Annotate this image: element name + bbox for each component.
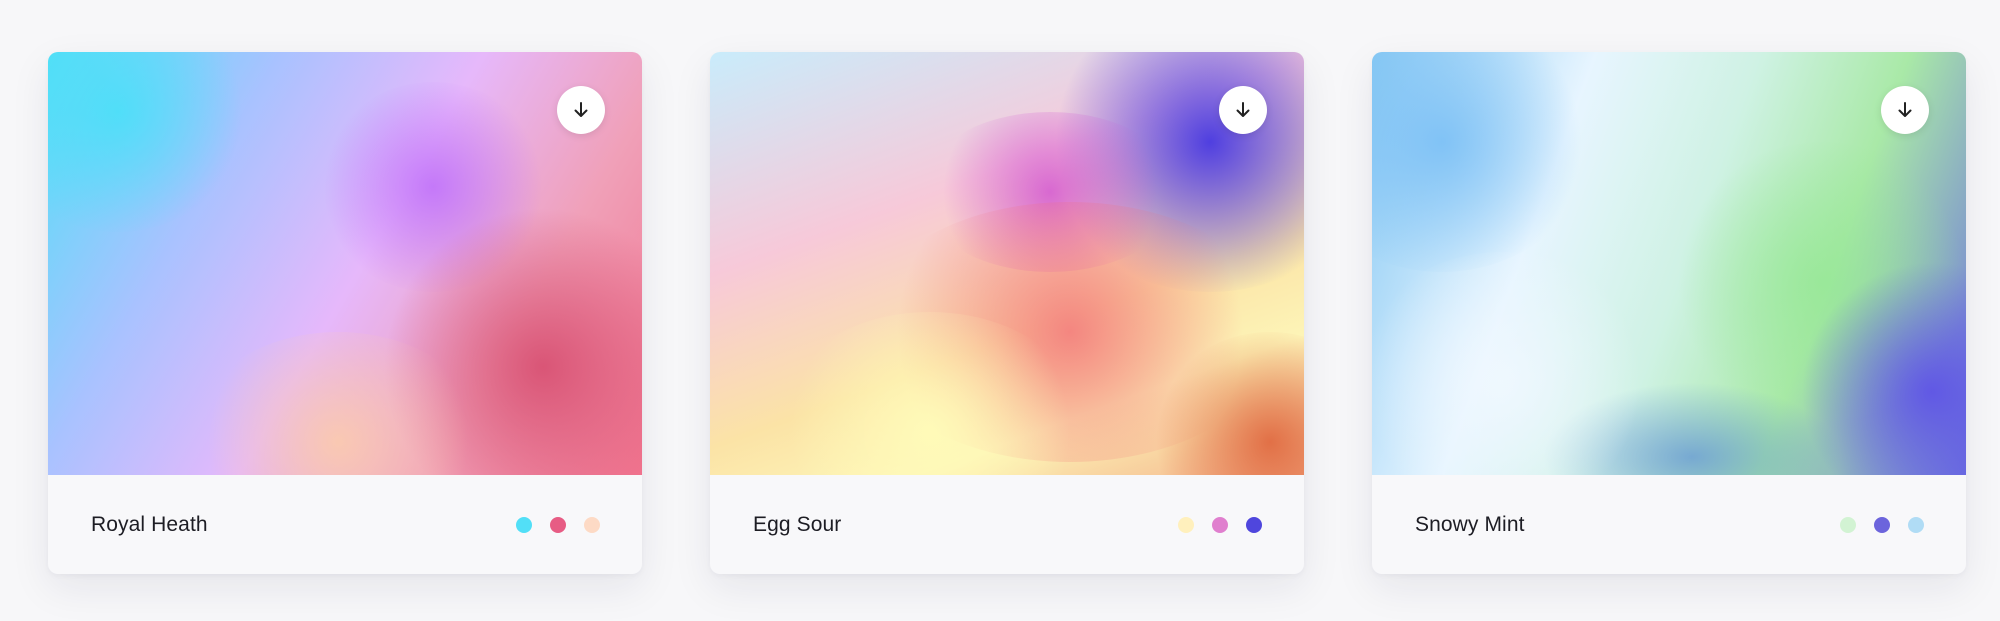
gradient-blob — [1372, 252, 1652, 475]
color-swatches — [1840, 516, 1924, 533]
gradient-preview[interactable] — [48, 52, 642, 475]
gradient-preview[interactable] — [1372, 52, 1966, 475]
gradient-card[interactable]: Egg Sour — [710, 52, 1304, 574]
gradient-card[interactable]: Snowy Mint — [1372, 52, 1966, 574]
color-swatches — [1178, 516, 1262, 533]
card-footer: Egg Sour — [710, 475, 1304, 574]
color-swatch[interactable] — [1246, 516, 1262, 533]
color-swatch[interactable] — [550, 516, 566, 533]
gradient-preview[interactable] — [710, 52, 1304, 475]
gradient-blob — [48, 52, 248, 232]
color-swatch[interactable] — [1178, 516, 1194, 533]
card-footer: Royal Heath — [48, 475, 642, 574]
download-button[interactable] — [1881, 86, 1929, 134]
color-swatch[interactable] — [1908, 516, 1924, 533]
gradient-name: Egg Sour — [753, 512, 842, 536]
gradient-name: Snowy Mint — [1415, 512, 1525, 536]
download-button[interactable] — [1219, 86, 1267, 134]
color-swatch[interactable] — [1840, 516, 1856, 533]
color-swatches — [516, 516, 600, 533]
arrow-down-icon — [574, 102, 588, 117]
arrow-down-icon — [1898, 102, 1912, 117]
arrow-down-icon — [1236, 102, 1250, 117]
gradient-grid: Royal Heath Egg Sour Snowy Mint — [48, 52, 1966, 574]
gradient-card[interactable]: Royal Heath — [48, 52, 642, 574]
gradient-name: Royal Heath — [91, 512, 208, 536]
color-swatch[interactable] — [1874, 516, 1890, 533]
color-swatch[interactable] — [516, 516, 532, 533]
card-footer: Snowy Mint — [1372, 475, 1966, 574]
color-swatch[interactable] — [584, 516, 600, 533]
color-swatch[interactable] — [1212, 516, 1228, 533]
gradient-blob — [1372, 52, 1592, 272]
download-button[interactable] — [557, 86, 605, 134]
